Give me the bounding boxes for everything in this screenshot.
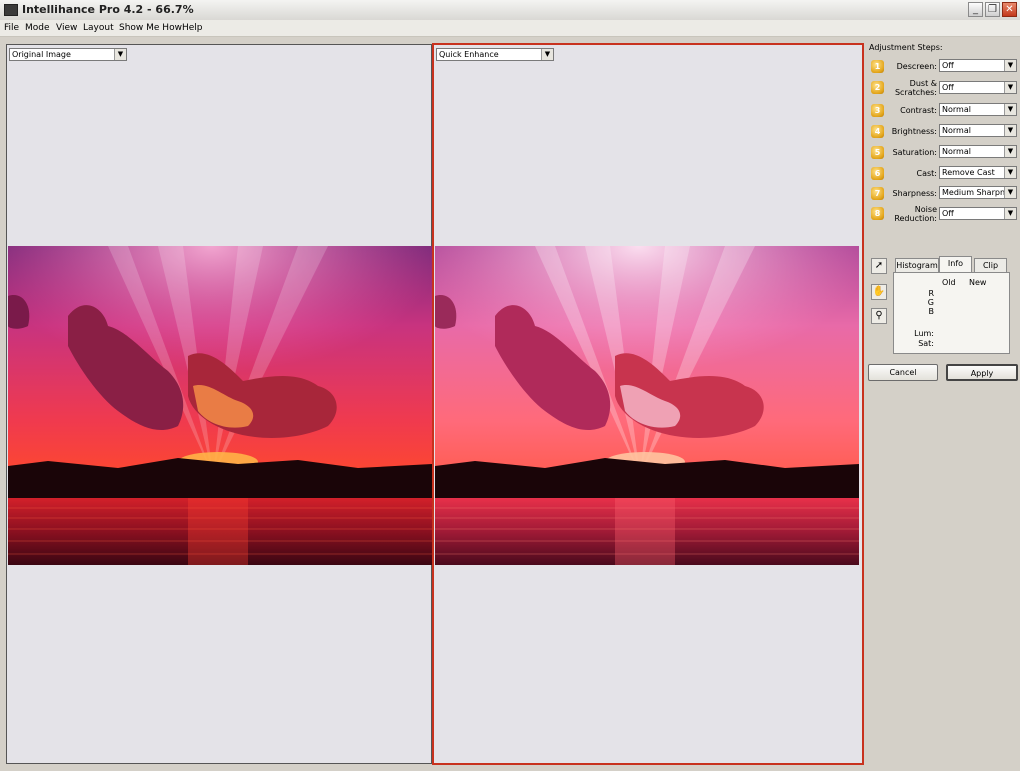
chevron-down-icon: ▼ [1004,146,1016,157]
app-icon[interactable] [4,4,18,16]
original-image-pane[interactable]: Original Image ▼ [6,44,432,764]
cast-select[interactable]: Remove Cast ▼ [939,166,1017,179]
step-label: Noise Reduction: [894,205,937,223]
dust-scratches-select-value: Off [942,83,954,92]
step-saturation: 5 Saturation: Normal ▼ [871,144,1019,164]
descreen-select-value: Off [942,61,954,70]
step-label: Saturation: [892,148,937,157]
chevron-down-icon: ▼ [1004,187,1016,198]
step-contrast: 3 Contrast: Normal ▼ [871,102,1019,122]
step-number-badge: 4 [871,125,884,138]
tab-info[interactable]: Info [939,256,972,273]
contrast-select-value: Normal [942,105,971,114]
cancel-button[interactable]: Cancel [868,364,938,381]
menu-file[interactable]: File [4,23,19,33]
step-label: Dust & Scratches: [894,79,937,97]
info-row-r: R [928,289,934,298]
chevron-down-icon: ▼ [1004,208,1016,219]
step-label: Cast: [916,169,938,178]
noise-reduction-select[interactable]: Off ▼ [939,207,1017,220]
brightness-select-value: Normal [942,126,971,135]
menu-show-me-how[interactable]: Show Me How [119,23,182,33]
sharpness-select[interactable]: Medium Sharpness ▼ [939,186,1017,199]
chevron-down-icon: ▼ [114,49,126,60]
left-view-select-value: Original Image [12,50,71,59]
step-label: Brightness: [891,127,937,136]
status-strip [0,765,1020,771]
info-panel: Old New R G B Lum: Sat: [893,272,1010,354]
chevron-down-icon: ▼ [1004,167,1016,178]
step-number-badge: 5 [871,146,884,159]
step-label: Contrast: [900,106,937,115]
hand-icon: ✋ [872,286,886,297]
close-button[interactable]: ✕ [1002,2,1017,17]
chevron-down-icon: ▼ [1004,60,1016,71]
right-view-select-value: Quick Enhance [439,50,499,59]
saturation-select[interactable]: Normal ▼ [939,145,1017,158]
step-brightness: 4 Brightness: Normal ▼ [871,123,1019,143]
pointer-tool-button[interactable]: ➚ [871,258,887,274]
left-view-select[interactable]: Original Image ▼ [9,48,127,61]
apply-button[interactable]: Apply [946,364,1018,381]
menu-view[interactable]: View [56,23,77,33]
info-col-old: Old [942,278,956,287]
info-row-sat: Sat: [918,339,934,348]
menu-help[interactable]: Help [182,23,203,33]
step-number-badge: 2 [871,81,884,94]
info-row-g: G [927,298,934,307]
step-number-badge: 7 [871,187,884,200]
title-bar: Intellihance Pro 4.2 - 66.7% _ ❐ ✕ [0,0,1020,21]
step-number-badge: 1 [871,60,884,73]
menu-bar: File Mode View Layout Show Me How Help [0,20,1020,37]
menu-layout[interactable]: Layout [83,23,114,33]
step-number-badge: 3 [871,104,884,117]
brightness-select[interactable]: Normal ▼ [939,124,1017,137]
contrast-select[interactable]: Normal ▼ [939,103,1017,116]
step-number-badge: 8 [871,207,884,220]
chevron-down-icon: ▼ [1004,82,1016,93]
restore-button[interactable]: ❐ [985,2,1000,17]
menu-mode[interactable]: Mode [25,23,50,33]
step-sharpness: 7 Sharpness: Medium Sharpness ▼ [871,185,1019,205]
chevron-down-icon: ▼ [541,49,553,60]
dust-scratches-select[interactable]: Off ▼ [939,81,1017,94]
arrow-pointer-icon: ➚ [874,260,884,271]
minimize-button[interactable]: _ [968,2,983,17]
cast-select-value: Remove Cast [942,168,995,177]
enhanced-sunset-image [435,246,859,565]
magnifier-icon: ⚲ [875,310,883,321]
zoom-tool-button[interactable]: ⚲ [871,308,887,324]
enhanced-image-pane[interactable]: Quick Enhance ▼ [432,43,864,765]
hand-tool-button[interactable]: ✋ [871,284,887,300]
info-row-lum: Lum: [914,329,934,338]
tab-histogram[interactable]: Histogram [895,258,939,272]
window-title: Intellihance Pro 4.2 - 66.7% [22,3,194,16]
adjustment-steps-title: Adjustment Steps: [869,43,943,52]
step-label: Descreen: [896,62,937,71]
info-col-new: New [969,278,987,287]
step-noise-reduction: 8 Noise Reduction: Off ▼ [871,204,1019,224]
step-dust-scratches: 2 Dust & Scratches: Off ▼ [871,78,1019,98]
noise-reduction-select-value: Off [942,209,954,218]
step-label: Sharpness: [892,189,937,198]
chevron-down-icon: ▼ [1004,125,1016,136]
original-sunset-image [8,246,432,565]
step-number-badge: 6 [871,167,884,180]
chevron-down-icon: ▼ [1004,104,1016,115]
right-view-select[interactable]: Quick Enhance ▼ [436,48,554,61]
descreen-select[interactable]: Off ▼ [939,59,1017,72]
info-row-b: B [928,307,935,316]
saturation-select-value: Normal [942,147,971,156]
step-cast: 6 Cast: Remove Cast ▼ [871,165,1019,185]
step-descreen: 1 Descreen: Off ▼ [871,58,1019,78]
tab-clip[interactable]: Clip [974,258,1007,272]
